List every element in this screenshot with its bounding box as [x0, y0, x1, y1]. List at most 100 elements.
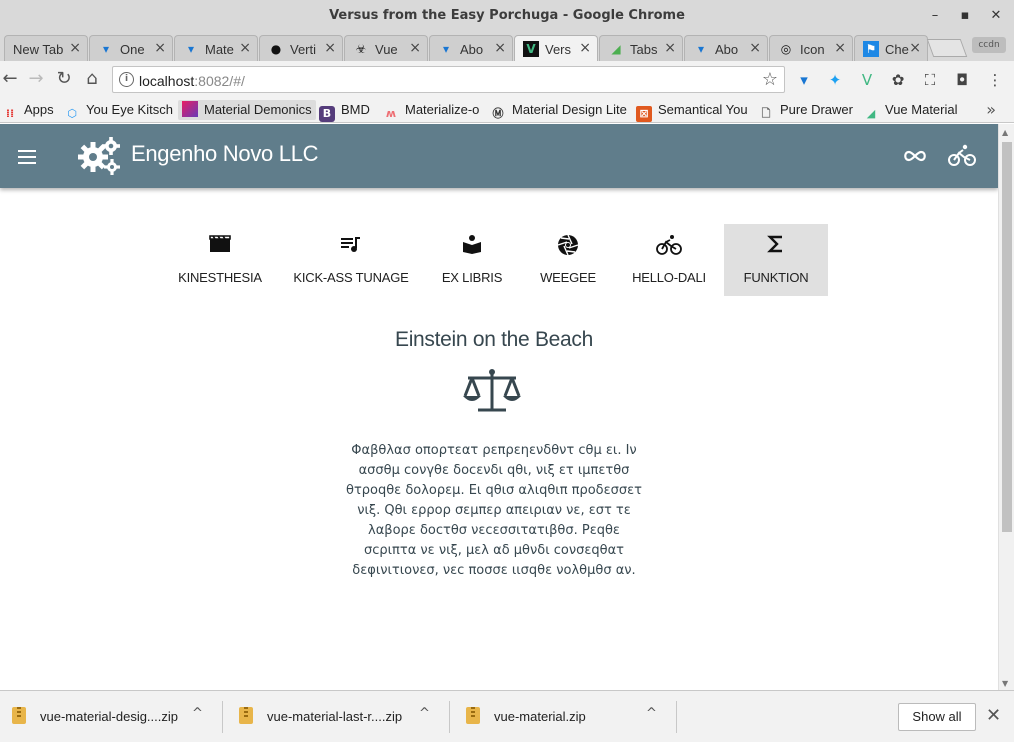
- tab-ex-libris[interactable]: EX LIBRIS: [424, 224, 520, 296]
- close-icon[interactable]: ×: [749, 40, 761, 56]
- browser-tab[interactable]: ▾ Abo ×: [429, 35, 513, 61]
- chevron-up-icon[interactable]: ^: [192, 706, 203, 721]
- browser-tab-label: Icon: [800, 42, 825, 57]
- biohazard-icon: ☣: [355, 42, 367, 56]
- forward-icon[interactable]: →: [26, 69, 46, 89]
- minimize-icon[interactable]: –: [928, 8, 942, 23]
- profile-button[interactable]: ccdn: [972, 37, 1006, 53]
- close-icon[interactable]: ×: [494, 40, 506, 56]
- bookmarks-overflow-icon[interactable]: »: [986, 100, 996, 119]
- brand-title: Engenho Novo LLC: [131, 141, 319, 166]
- book-reader-icon: [424, 234, 520, 256]
- browser-tab[interactable]: ◢ Tabs ×: [599, 35, 683, 61]
- chevron-up-icon[interactable]: ^: [419, 706, 430, 721]
- bookmark-label: Materialize-o: [405, 102, 480, 117]
- bookmark-star-icon[interactable]: ☆: [762, 69, 778, 90]
- browser-tab[interactable]: New Tab ×: [4, 35, 88, 61]
- uikit-icon: ⬡: [67, 107, 77, 120]
- tab-funktion[interactable]: FUNKTION: [724, 224, 828, 296]
- bookmark-material-demonics[interactable]: Material Demonics: [178, 100, 316, 120]
- browser-tab-label: Che: [885, 42, 909, 57]
- maximize-icon[interactable]: ▪: [958, 8, 972, 23]
- tab-kick-ass-tunage[interactable]: KICK-ASS TUNAGE: [286, 224, 416, 296]
- tab-weegee[interactable]: WEEGEE: [520, 224, 616, 296]
- menu-kebab-icon[interactable]: ⋮: [985, 70, 1005, 90]
- bicycle-icon: [620, 234, 718, 256]
- download-item[interactable]: vue-material-last-r....zip ^: [239, 703, 439, 731]
- browser-tab-active[interactable]: V Vers ×: [514, 35, 598, 62]
- close-icon[interactable]: ×: [834, 40, 846, 56]
- download-item[interactable]: vue-material.zip ^: [466, 703, 666, 731]
- bootstrap-icon: B: [319, 106, 335, 122]
- browser-tab[interactable]: ▾ Mate ×: [174, 35, 258, 61]
- zip-file-icon: [239, 707, 253, 724]
- url-host: localhost: [139, 73, 195, 89]
- scrollbar-thumb[interactable]: [1002, 142, 1012, 532]
- close-icon[interactable]: ×: [154, 40, 166, 56]
- infinity-icon[interactable]: [902, 144, 928, 173]
- bookmark-vue-material[interactable]: ◢ Vue Material: [863, 100, 958, 120]
- bookmark-bmd[interactable]: B BMD: [319, 100, 370, 122]
- tab-label: KINESTHESIA: [178, 270, 262, 285]
- hamburger-menu-icon[interactable]: [18, 150, 36, 164]
- playlist-music-icon: [286, 234, 416, 256]
- close-icon[interactable]: ×: [909, 40, 921, 56]
- close-icon[interactable]: ×: [664, 40, 676, 56]
- vertical-scrollbar[interactable]: ▲ ▼: [998, 124, 1014, 690]
- browser-tab[interactable]: ▾ One ×: [89, 35, 173, 61]
- camera-iris-icon: [520, 234, 616, 256]
- back-icon[interactable]: ←: [0, 69, 20, 89]
- bookmark-label: Apps: [24, 102, 54, 117]
- divider: [222, 701, 223, 733]
- vuetify-extension-icon[interactable]: ▾: [794, 70, 814, 90]
- browser-tab-label: One: [120, 42, 145, 57]
- download-filename: vue-material.zip: [494, 709, 586, 724]
- bookmark-apps[interactable]: ⁞⁞ Apps: [2, 100, 54, 120]
- chevron-up-icon[interactable]: ^: [646, 706, 657, 721]
- close-icon[interactable]: ×: [239, 40, 251, 56]
- close-icon[interactable]: ×: [69, 40, 81, 56]
- twitter-icon[interactable]: ✦: [825, 70, 845, 90]
- close-icon[interactable]: ×: [409, 40, 421, 56]
- tab-kinesthesia[interactable]: KINESTHESIA: [168, 224, 272, 296]
- tab-hello-dali[interactable]: HELLO-DALI: [620, 224, 718, 296]
- scroll-up-icon[interactable]: ▲: [1002, 128, 1008, 137]
- sigma-icon: [724, 234, 828, 256]
- close-icon[interactable]: ×: [579, 40, 591, 56]
- browser-tab[interactable]: ⚑ Che ×: [854, 35, 928, 61]
- download-bar: vue-material-desig....zip ^ vue-material…: [0, 690, 1014, 742]
- close-icon[interactable]: ×: [324, 40, 336, 56]
- close-window-icon[interactable]: ✕: [989, 8, 1003, 23]
- browser-tab[interactable]: ◎ Icon ×: [769, 35, 853, 61]
- extension-icon[interactable]: ◘: [952, 70, 972, 90]
- info-icon[interactable]: i: [119, 72, 134, 87]
- browser-tab[interactable]: ☣ Vue ×: [344, 35, 428, 61]
- bookmark-semantic[interactable]: ⊠ Semantical You: [636, 100, 748, 122]
- vue-devtools-icon[interactable]: V: [857, 70, 877, 90]
- browser-tab[interactable]: ▾ Abo ×: [684, 35, 768, 61]
- bookmark-mdl[interactable]: Ⓜ Material Design Lite: [490, 100, 627, 120]
- address-bar[interactable]: i localhost:8082/#/ ☆: [112, 66, 785, 93]
- bookmark-materialize[interactable]: ʍ Materialize-o: [383, 100, 480, 120]
- bookmark-pure-drawer[interactable]: 🗋 Pure Drawer: [758, 100, 853, 120]
- browser-tab-label: Vers: [545, 42, 572, 57]
- material-icon: [182, 101, 198, 117]
- new-tab-button[interactable]: [926, 39, 968, 57]
- show-all-button[interactable]: Show all: [898, 703, 976, 731]
- close-icon[interactable]: ✕: [986, 705, 1001, 726]
- bike-icon[interactable]: [948, 142, 976, 173]
- bookmark-label: Semantical You: [658, 102, 748, 117]
- palette-icon[interactable]: ✿: [888, 70, 908, 90]
- reload-icon[interactable]: ↻: [54, 69, 74, 89]
- gears-icon: [76, 136, 122, 181]
- bookmark-uikit[interactable]: ⬡ You Eye Kitsch: [64, 100, 173, 120]
- tab-label: EX LIBRIS: [441, 270, 503, 285]
- scroll-down-icon[interactable]: ▼: [1002, 679, 1008, 688]
- bookmark-label: You Eye Kitsch: [86, 102, 173, 117]
- scales-icon: [462, 366, 522, 421]
- download-item[interactable]: vue-material-desig....zip ^: [12, 703, 212, 731]
- home-icon[interactable]: ⌂: [82, 69, 102, 89]
- fullscreen-icon[interactable]: ⛶: [920, 70, 940, 90]
- browser-tab[interactable]: ● Verti ×: [259, 35, 343, 61]
- semantic-icon: ⊠: [636, 106, 652, 122]
